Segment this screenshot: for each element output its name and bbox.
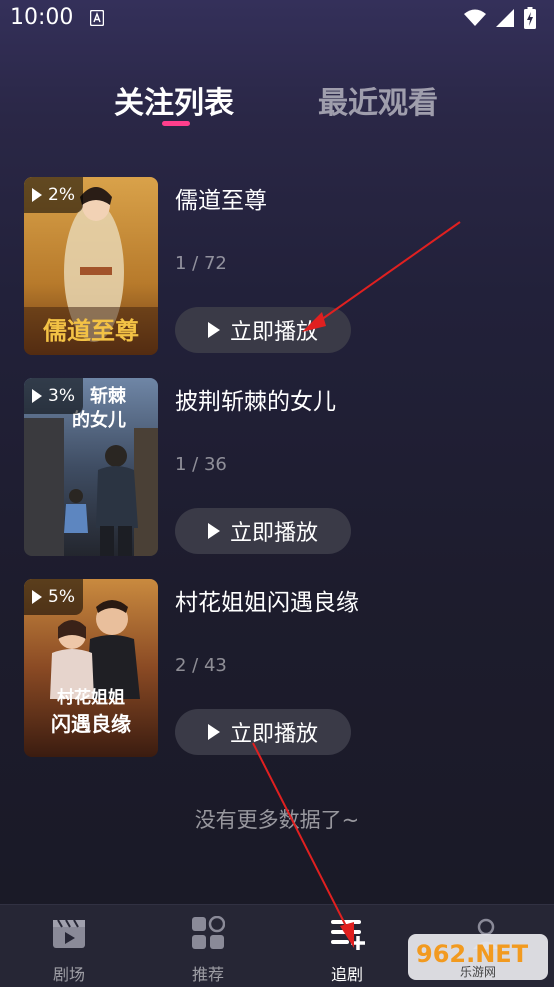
wifi-icon (464, 9, 486, 26)
list-item[interactable]: 斩棘 的女儿 3% 披荆斩棘的女儿 1 / 36 立即播放 (24, 378, 534, 556)
film-icon (53, 919, 85, 948)
watermark-sub: 乐游网 (460, 965, 496, 979)
tab-follow-list[interactable]: 关注列表 (114, 78, 234, 122)
nav-label: 追剧 (330, 965, 363, 984)
drama-title[interactable]: 儒道至尊 (175, 181, 267, 215)
nav-label: 剧场 (52, 965, 85, 984)
poster-title-art: 村花姐姐 (57, 687, 125, 708)
watermark-logo: 962.NET 乐游网 (408, 934, 548, 980)
list-item[interactable]: 儒道至尊 2% 儒道至尊 1 / 72 立即播放 (24, 177, 534, 355)
poster-image[interactable]: 斩棘 的女儿 3% (24, 378, 158, 556)
notification-icon (90, 10, 104, 26)
nav-item-following[interactable]: 追剧 (297, 913, 397, 985)
tab-recently-watched[interactable]: 最近观看 (318, 78, 438, 122)
play-now-button[interactable]: 立即播放 (175, 508, 351, 554)
progress-percent: 5% (48, 587, 75, 607)
battery-icon (524, 7, 536, 29)
list-add-icon (331, 920, 365, 950)
play-now-label: 立即播放 (229, 521, 318, 546)
status-bar: 10:00 (0, 0, 554, 40)
poster-title-art: 儒道至尊 (43, 316, 139, 345)
play-now-label: 立即播放 (229, 722, 318, 747)
poster-title-art: 闪遇良缘 (51, 712, 131, 736)
status-icons (464, 7, 536, 29)
play-icon (32, 389, 42, 403)
active-tab-indicator (162, 121, 190, 126)
signal-icon (496, 9, 514, 27)
nav-item-recommend[interactable]: 推荐 (158, 913, 258, 985)
poster-image[interactable]: 儒道至尊 2% (24, 177, 158, 355)
poster-title-art: 斩棘 (90, 385, 127, 407)
progress-percent: 3% (48, 386, 75, 406)
progress-badge: 2% (24, 177, 83, 213)
progress-badge: 3% (24, 378, 83, 414)
play-icon (32, 590, 42, 604)
play-now-button[interactable]: 立即播放 (175, 709, 351, 755)
list-item[interactable]: 村花姐姐 闪遇良缘 5% 村花姐姐闪遇良缘 2 / 43 立即播放 (24, 579, 534, 757)
episode-count: 1 / 36 (175, 454, 227, 475)
play-icon (207, 724, 220, 740)
status-time: 10:00 (10, 5, 74, 30)
progress-percent: 2% (48, 185, 75, 205)
poster-image[interactable]: 村花姐姐 闪遇良缘 5% (24, 579, 158, 757)
play-icon (207, 523, 220, 539)
nav-label: 推荐 (191, 965, 224, 984)
nav-item-theater[interactable]: 剧场 (19, 913, 119, 985)
drama-title[interactable]: 披荆斩棘的女儿 (175, 382, 336, 416)
play-now-label: 立即播放 (229, 320, 318, 345)
episode-count: 1 / 72 (175, 253, 227, 274)
play-icon (207, 322, 220, 338)
watermark-brand: 962.NET (416, 940, 529, 968)
no-more-data-text: 没有更多数据了~ (194, 808, 360, 832)
poster-title-art: 的女儿 (72, 409, 126, 431)
episode-count: 2 / 43 (175, 655, 227, 676)
play-now-button[interactable]: 立即播放 (175, 307, 351, 353)
tab-bar: 关注列表 最近观看 (0, 78, 554, 138)
drama-title[interactable]: 村花姐姐闪遇良缘 (175, 583, 359, 617)
play-icon (32, 188, 42, 202)
grid-icon (192, 916, 225, 949)
progress-badge: 5% (24, 579, 83, 615)
